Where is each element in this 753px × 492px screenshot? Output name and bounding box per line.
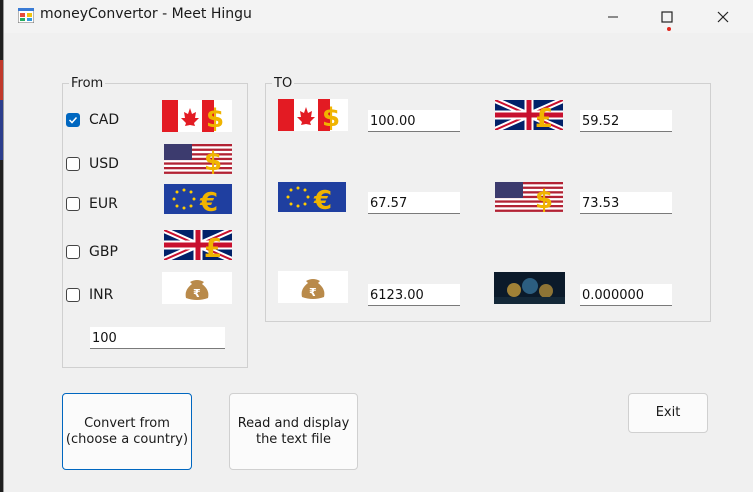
checkbox-label: EUR: [89, 196, 118, 212]
svg-text:$: $: [535, 185, 553, 212]
inr-result-field[interactable]: [368, 284, 460, 306]
window-title: moneyConvertor - Meet Hingu: [40, 6, 252, 22]
canada-flag-icon: $: [278, 99, 348, 131]
title-bar: moneyConvertor - Meet Hingu: [4, 0, 753, 33]
read-file-button[interactable]: Read and display the text file: [229, 393, 358, 470]
checkbox-cad[interactable]: CAD: [66, 112, 119, 128]
checkbox-gbp[interactable]: GBP: [66, 244, 118, 260]
exit-button[interactable]: Exit: [628, 393, 708, 433]
checkbox-box[interactable]: [66, 113, 80, 127]
minimize-icon: [608, 16, 618, 17]
svg-text:£: £: [535, 104, 553, 130]
from-legend: From: [71, 76, 104, 91]
convert-button[interactable]: Convert from (choose a country): [62, 393, 192, 470]
app-icon: [18, 8, 34, 23]
checkbox-box[interactable]: [66, 245, 80, 259]
svg-text:$: $: [206, 104, 224, 132]
eur-result-field[interactable]: [368, 192, 460, 214]
uk-flag-icon: £: [495, 100, 563, 130]
close-button[interactable]: [694, 0, 752, 33]
checkbox-box[interactable]: [66, 288, 80, 302]
checkbox-box[interactable]: [66, 157, 80, 171]
eu-flag-icon: €: [164, 184, 232, 214]
svg-text:$: $: [204, 147, 222, 174]
usa-flag-icon: $: [495, 182, 563, 212]
checkmark-icon: [68, 116, 78, 124]
to-legend: TO: [274, 76, 293, 91]
usd-result-field[interactable]: [580, 192, 672, 214]
cad-result-field[interactable]: [368, 110, 460, 132]
svg-text:₹: ₹: [193, 287, 201, 300]
checkbox-inr[interactable]: INR: [66, 287, 113, 303]
amount-input[interactable]: [90, 327, 225, 349]
svg-text:€: €: [313, 186, 332, 212]
minimize-button[interactable]: [584, 0, 642, 33]
notification-dot: [667, 27, 671, 31]
maximize-icon: [661, 10, 673, 23]
checkbox-box[interactable]: [66, 197, 80, 211]
app-window: moneyConvertor - Meet Hingu From CAD USD…: [3, 0, 753, 492]
canada-flag-icon: $: [162, 100, 232, 132]
close-icon: [717, 11, 729, 22]
checkbox-label: GBP: [89, 244, 118, 260]
gbp-result-field[interactable]: [580, 110, 672, 132]
eu-flag-icon: €: [278, 182, 346, 212]
checkbox-label: CAD: [89, 112, 120, 128]
svg-text:₹: ₹: [309, 286, 317, 299]
svg-text:$: $: [322, 103, 340, 131]
usa-flag-icon: $: [164, 144, 232, 174]
crypto-result-field[interactable]: [580, 284, 672, 306]
checkbox-usd[interactable]: USD: [66, 156, 119, 172]
checkbox-eur[interactable]: EUR: [66, 196, 118, 212]
svg-text:£: £: [204, 234, 222, 260]
uk-flag-icon: £: [164, 230, 232, 260]
checkbox-label: INR: [89, 287, 114, 303]
checkbox-label: USD: [89, 156, 119, 172]
crypto-image-icon: [494, 272, 565, 304]
rupee-bag-icon: ₹: [278, 271, 348, 303]
svg-text:€: €: [199, 188, 218, 214]
rupee-bag-icon: ₹: [162, 272, 232, 304]
